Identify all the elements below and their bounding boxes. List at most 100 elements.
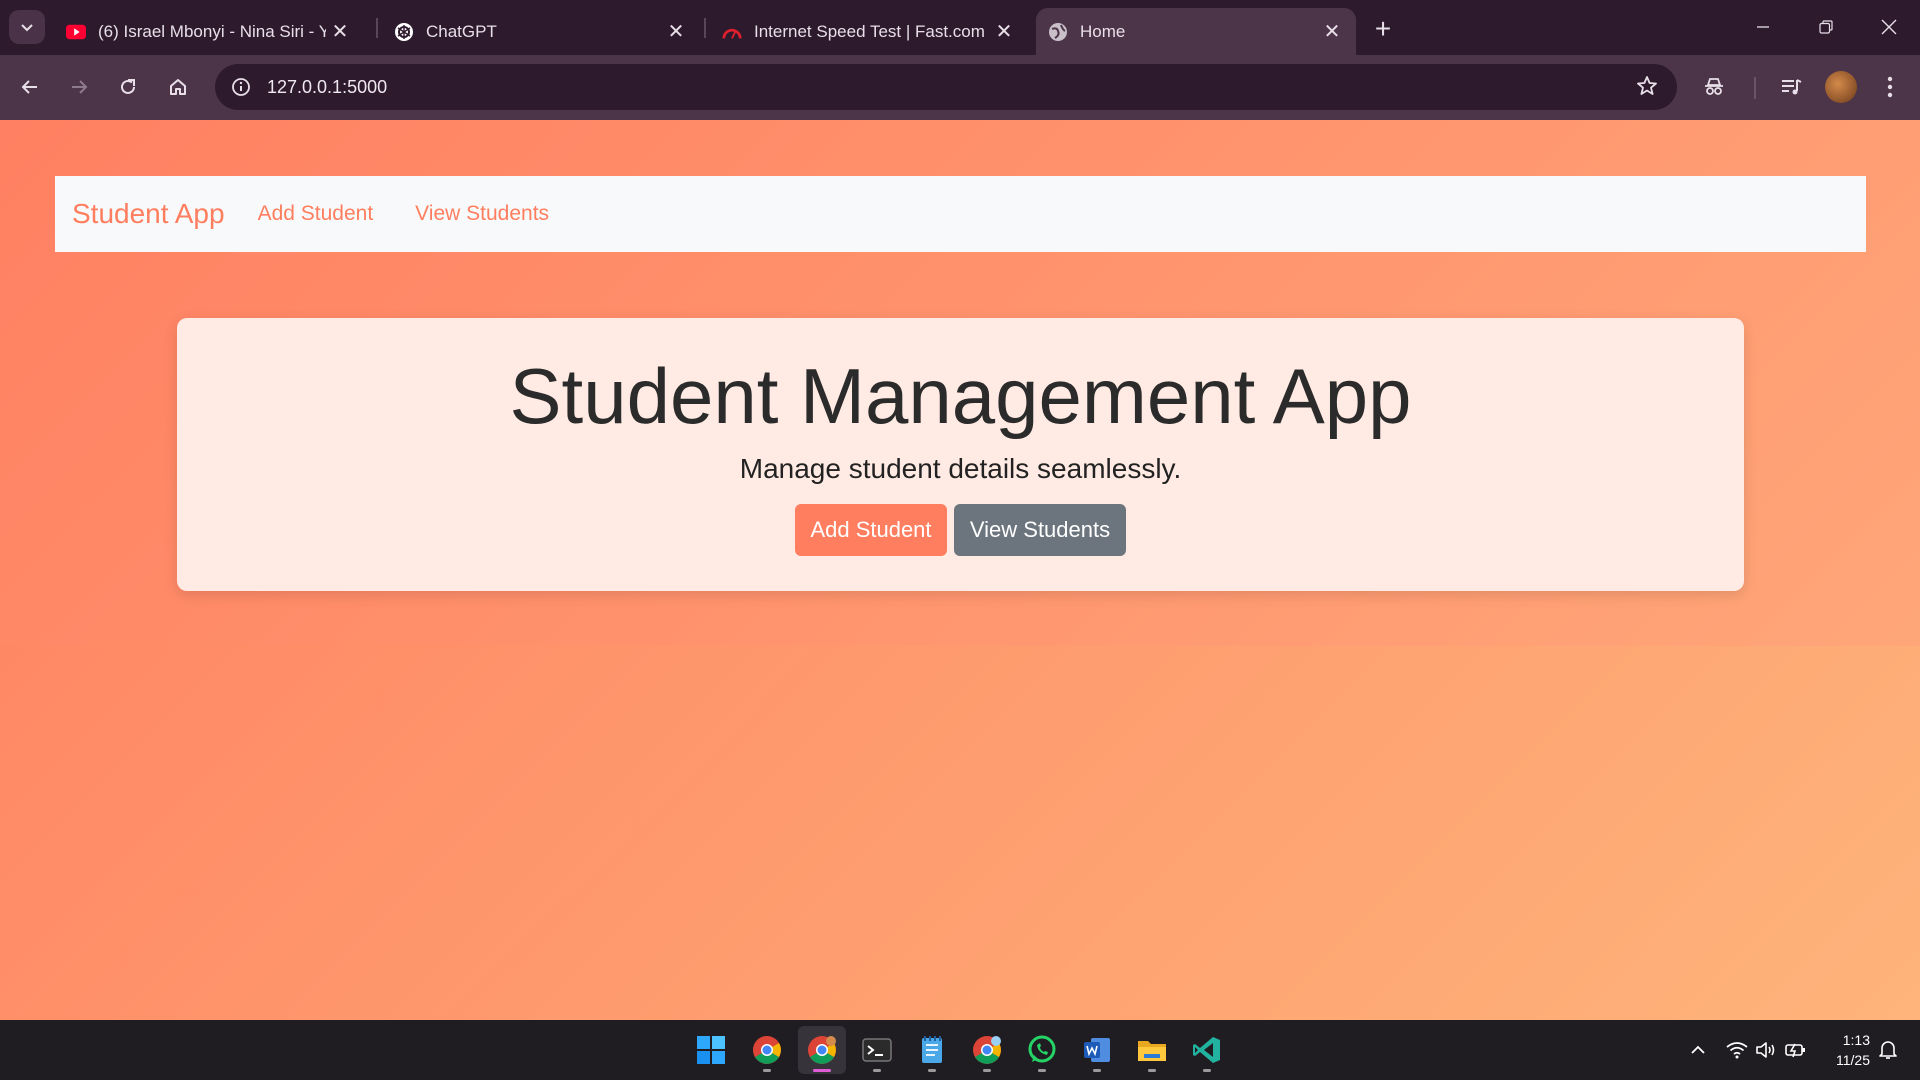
wifi-status[interactable] <box>1725 1038 1749 1062</box>
page-subtitle: Manage student details seamlessly. <box>739 453 1182 484</box>
chrome-profile-icon <box>808 1036 836 1064</box>
notepad-icon <box>922 1036 942 1063</box>
close-tab-icon[interactable]: ✕ <box>1318 18 1346 46</box>
back-button[interactable] <box>12 69 48 105</box>
running-indicator <box>983 1069 991 1072</box>
show-hidden-icons-button[interactable] <box>1688 1038 1708 1062</box>
chevron-down-icon <box>21 24 33 32</box>
minimize-icon <box>1757 26 1769 28</box>
taskbar-chrome[interactable] <box>743 1026 791 1074</box>
close-window-button[interactable] <box>1866 8 1912 46</box>
vscode-icon <box>1193 1037 1220 1063</box>
incognito-extension-button[interactable] <box>1696 69 1732 105</box>
chrome-alt-icon <box>973 1036 1001 1064</box>
arrow-left-icon <box>21 80 37 94</box>
taskbar-chrome-profile[interactable] <box>798 1026 846 1074</box>
close-tab-icon[interactable]: ✕ <box>990 18 1018 46</box>
url-text[interactable]: 127.0.0.1:5000 <box>267 77 387 98</box>
minimize-button[interactable] <box>1740 8 1786 46</box>
media-queue-icon <box>1782 79 1802 95</box>
hero-actions: Add Student View Students <box>177 504 1744 556</box>
tab-title: ChatGPT <box>426 21 497 41</box>
address-bar[interactable]: 127.0.0.1:5000 <box>215 64 1677 110</box>
media-controls-button[interactable] <box>1773 69 1809 105</box>
taskbar-whatsapp[interactable] <box>1018 1026 1066 1074</box>
fast-speedometer-icon <box>722 22 742 42</box>
new-tab-button[interactable]: + <box>1366 12 1400 46</box>
battery-charging-icon <box>1785 1043 1805 1058</box>
taskbar-notepad[interactable] <box>908 1026 956 1074</box>
file-explorer-icon <box>1138 1041 1166 1061</box>
navbar-brand[interactable]: Student App <box>72 198 225 230</box>
tab-strip: (6) Israel Mbonyi - Nina Siri - Yo ✕ Cha… <box>0 0 1920 55</box>
hero-card: Student Management App Manage student de… <box>177 318 1744 591</box>
running-indicator <box>928 1069 936 1072</box>
forward-button[interactable] <box>61 69 97 105</box>
arrow-right-icon <box>72 80 88 94</box>
running-indicator <box>1038 1069 1046 1072</box>
chatgpt-icon <box>394 22 414 42</box>
taskbar-chrome-alt[interactable] <box>963 1026 1011 1074</box>
site-navbar: Student App Add Student View Students <box>55 176 1866 252</box>
page-title: Student Management App <box>509 352 1412 440</box>
bell-icon <box>1879 1041 1897 1059</box>
home-button[interactable] <box>160 69 196 105</box>
nav-link-add-student[interactable]: Add Student <box>258 202 374 226</box>
clock-time: 1:13 <box>1842 1032 1870 1048</box>
view-students-button[interactable]: View Students <box>954 504 1126 556</box>
toolbar-divider <box>1754 77 1756 99</box>
tab-youtube[interactable]: (6) Israel Mbonyi - Nina Siri - Yo ✕ <box>54 8 364 55</box>
hero-background: Student App Add Student View Students St… <box>0 120 1920 646</box>
tab-chatgpt[interactable]: ChatGPT ✕ <box>382 8 700 55</box>
whatsapp-icon <box>1028 1035 1056 1063</box>
reload-icon <box>121 79 135 94</box>
incognito-icon <box>1705 78 1723 95</box>
tab-title: (6) Israel Mbonyi - Nina Siri - Yo <box>98 21 326 41</box>
site-info-icon[interactable] <box>229 75 253 99</box>
taskbar-vscode[interactable] <box>1183 1026 1231 1074</box>
bookmark-star-icon[interactable] <box>1635 74 1659 98</box>
taskbar-file-explorer[interactable] <box>1128 1026 1176 1074</box>
running-indicator <box>1148 1069 1156 1072</box>
add-student-button[interactable]: Add Student <box>795 504 947 556</box>
tab-home[interactable]: Home ✕ <box>1036 8 1356 55</box>
reload-button[interactable] <box>110 69 146 105</box>
terminal-icon <box>862 1038 892 1062</box>
running-indicator <box>873 1069 881 1072</box>
word-icon <box>1084 1038 1110 1062</box>
browser-toolbar: 127.0.0.1:5000 <box>0 55 1920 120</box>
tab-fast[interactable]: Internet Speed Test | Fast.com ✕ <box>710 8 1028 55</box>
tab-title: Internet Speed Test | Fast.com <box>754 21 985 41</box>
tab-divider <box>704 18 706 38</box>
close-tab-icon[interactable]: ✕ <box>662 18 690 46</box>
tab-divider <box>376 18 378 38</box>
browser-menu-button[interactable] <box>1872 69 1908 105</box>
running-indicator <box>763 1069 771 1072</box>
tab-title: Home <box>1080 21 1126 41</box>
youtube-icon <box>66 22 86 42</box>
chrome-icon <box>753 1036 781 1064</box>
clock-date: 11/25 <box>1836 1052 1870 1068</box>
more-vertical-icon <box>1887 76 1893 98</box>
close-tab-icon[interactable]: ✕ <box>326 18 354 46</box>
nav-link-view-students[interactable]: View Students <box>415 202 549 226</box>
restore-button[interactable] <box>1803 8 1849 46</box>
windows-start-icon <box>697 1036 725 1064</box>
active-indicator <box>813 1069 831 1072</box>
volume-status[interactable] <box>1754 1038 1778 1062</box>
restore-icon <box>1819 20 1833 34</box>
windows-taskbar: 1:13 11/25 <box>0 1020 1920 1080</box>
battery-status[interactable] <box>1784 1038 1808 1062</box>
chevron-up-icon <box>1691 1045 1705 1054</box>
volume-icon <box>1756 1042 1775 1058</box>
taskbar-word[interactable] <box>1073 1026 1121 1074</box>
web-page: Student App Add Student View Students St… <box>0 120 1920 1020</box>
profile-avatar[interactable] <box>1825 71 1857 103</box>
start-button[interactable] <box>687 1026 735 1074</box>
taskbar-terminal[interactable] <box>853 1026 901 1074</box>
tab-search-button[interactable] <box>9 10 45 44</box>
notifications-button[interactable] <box>1876 1038 1900 1062</box>
system-clock[interactable]: 1:13 11/25 <box>1820 1030 1870 1070</box>
running-indicator <box>1093 1069 1101 1072</box>
running-indicator <box>1203 1069 1211 1072</box>
